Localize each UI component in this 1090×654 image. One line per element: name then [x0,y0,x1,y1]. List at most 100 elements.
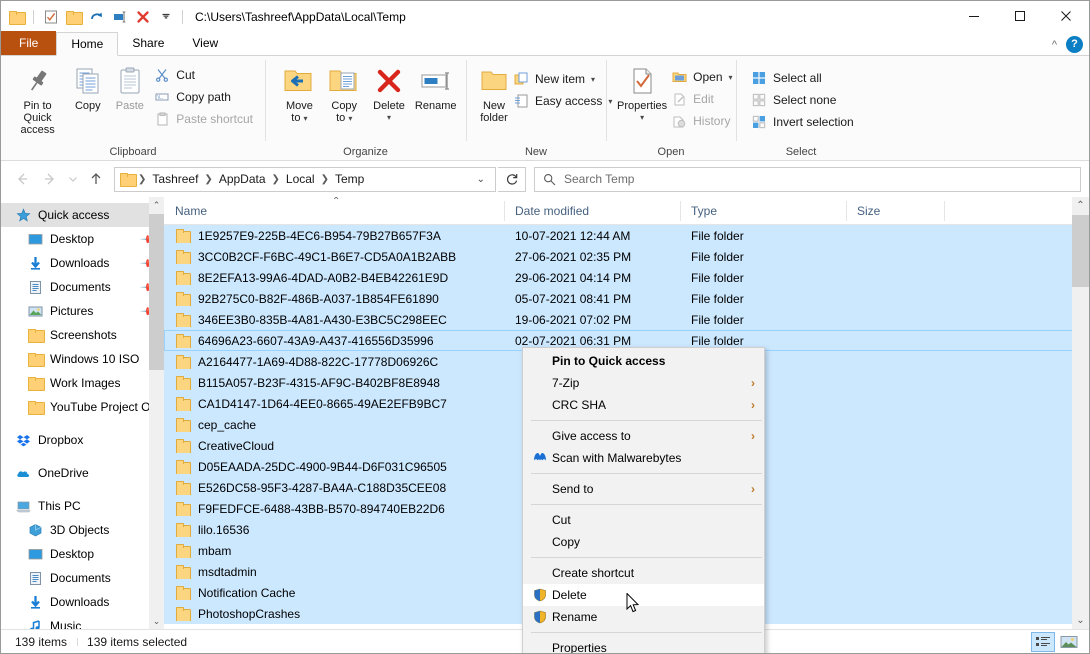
sidebar-scroll-up-icon[interactable]: ⌃ [149,197,164,213]
delete-icon[interactable] [134,8,151,25]
breadcrumb-item-1[interactable]: AppData [215,170,270,188]
breadcrumb-item-3[interactable]: Temp [331,170,368,188]
paste-button[interactable]: Paste [108,62,151,115]
minimize-button[interactable] [951,1,997,31]
blank-icon [531,565,549,581]
column-header-date-modified[interactable]: Date modified [504,197,680,225]
sidebar-item-desktop[interactable]: Desktop 📌 [1,227,164,251]
properties-icon[interactable] [42,8,59,25]
breadcrumb-item-2[interactable]: Local [282,170,319,188]
properties-button[interactable]: Properties ▾ [616,62,668,127]
context-menu-item-delete[interactable]: Delete [523,584,764,606]
scroll-down-icon[interactable]: ⌄ [1072,612,1089,629]
easy-access-button[interactable]: Easy access ▾ [510,90,618,112]
select-none-button[interactable]: Select none [748,89,860,111]
copy-to-button[interactable]: Copy to ▾ [322,62,367,128]
context-menu-item-rename[interactable]: Rename [523,606,764,628]
column-header-size[interactable]: Size [846,197,944,225]
open-button[interactable]: Open ▾ [668,66,738,88]
sidebar-item-work-images[interactable]: Work Images [1,371,164,395]
tab-file[interactable]: File [1,31,56,55]
paste-shortcut-button[interactable]: Paste shortcut [151,108,259,130]
sidebar-item-pc-music[interactable]: Music [1,614,164,629]
details-view-button[interactable] [1031,632,1055,652]
sidebar-item-pc-desktop[interactable]: Desktop [1,542,164,566]
table-row[interactable]: 3CC0B2CF-F6BC-49C1-B6E7-CD5A0A1B2ABB 27-… [164,246,1089,267]
sidebar-item-screenshots[interactable]: Screenshots [1,323,164,347]
sidebar-item-documents[interactable]: Documents 📌 [1,275,164,299]
column-header-blank[interactable] [944,197,1089,225]
sidebar-item-quick-access[interactable]: Quick access [1,203,164,227]
sidebar-item-this-pc[interactable]: This PC [1,494,164,518]
search-box[interactable] [534,167,1081,192]
pin-to-quick-access-button[interactable]: Pin to Quick access [8,62,67,139]
context-menu-item-copy[interactable]: Copy [523,531,764,553]
sidebar-label-pc-desktop: Desktop [50,547,156,561]
sidebar-item-pc-downloads[interactable]: Downloads [1,590,164,614]
tab-home[interactable]: Home [56,32,118,56]
context-menu-item-send-to[interactable]: Send to › [523,478,764,500]
sidebar-item-onedrive[interactable]: OneDrive [1,461,164,485]
recent-locations-button[interactable] [65,166,81,192]
collapse-ribbon-icon[interactable]: ^ [1052,39,1057,51]
context-menu-item-properties[interactable]: Properties [523,637,764,654]
history-button[interactable]: History [668,110,738,132]
context-menu-item-create-shortcut[interactable]: Create shortcut [523,562,764,584]
sidebar-item-downloads[interactable]: Downloads 📌 [1,251,164,275]
context-menu-item-7-zip[interactable]: 7-Zip › [523,372,764,394]
table-row[interactable]: 1E9257E9-225B-4EC6-B954-79B27B657F3A 10-… [164,225,1089,246]
cut-button[interactable]: Cut [151,64,259,86]
sidebar-scroll-thumb[interactable] [149,214,164,370]
forward-button[interactable] [37,166,63,192]
address-box[interactable]: ❯ Tashreef ❯ AppData ❯ Local ❯ Temp ⌄ [114,167,496,192]
undo-icon[interactable] [88,8,105,25]
scroll-up-icon[interactable]: ⌃ [1072,197,1089,214]
edit-button[interactable]: Edit [668,88,738,110]
breadcrumb-item-0[interactable]: Tashreef [148,170,202,188]
move-to-button[interactable]: Move to ▾ [277,62,322,128]
search-input[interactable] [564,172,1072,186]
context-menu-item-scan-with-malwarebytes[interactable]: Scan with Malwarebytes [523,447,764,469]
sidebar-scrollbar[interactable]: ⌃ ⌄ [149,197,164,629]
new-folder-icon[interactable] [65,8,82,25]
column-header-type[interactable]: Type [680,197,846,225]
file-list-scrollbar[interactable]: ⌃ ⌄ [1072,197,1089,629]
tab-view[interactable]: View [178,31,232,55]
sidebar-item-pc-documents[interactable]: Documents [1,566,164,590]
new-item-button[interactable]: New item ▾ [510,68,618,90]
copy-button[interactable]: Copy [67,62,108,115]
context-menu-item-crc-sha[interactable]: CRC SHA › [523,394,764,416]
table-row[interactable]: 8E2EFA13-99A6-4DAD-A0B2-B4EB42261E9D 29-… [164,267,1089,288]
sidebar-item-windows-10-iso[interactable]: Windows 10 ISO [1,347,164,371]
context-menu-item-pin-to-quick-access[interactable]: Pin to Quick access [523,350,764,372]
copy-path-button[interactable]: \\.. Copy path [151,86,259,108]
sidebar-item-dropbox[interactable]: Dropbox [1,428,164,452]
refresh-button[interactable] [498,167,526,192]
address-dropdown-icon[interactable]: ⌄ [469,174,493,185]
tab-share[interactable]: Share [118,31,178,55]
table-row[interactable]: 346EE3B0-835B-4A81-A430-E3BC5C298EEC 19-… [164,309,1089,330]
up-button[interactable] [83,166,109,192]
new-folder-button[interactable]: New folder [478,62,510,127]
back-button[interactable] [9,166,35,192]
select-all-button[interactable]: Select all [748,67,860,89]
maximize-button[interactable] [997,1,1043,31]
close-button[interactable] [1043,1,1089,31]
context-menu-item-cut[interactable]: Cut [523,509,764,531]
large-icons-view-button[interactable] [1057,632,1081,652]
table-row[interactable]: 92B275C0-B82F-486B-A037-1B854FE61890 05-… [164,288,1089,309]
scroll-thumb[interactable] [1072,215,1089,287]
blank-icon [531,534,549,550]
rename-button[interactable]: Rename [411,62,460,115]
rename-icon[interactable] [111,8,128,25]
context-menu-item-give-access-to[interactable]: Give access to › [523,425,764,447]
sidebar-item-3d-objects[interactable]: 3D Objects [1,518,164,542]
help-button[interactable]: ? [1066,36,1083,53]
sidebar-item-youtube-project-out[interactable]: YouTube Project Ou [1,395,164,419]
delete-button[interactable]: Delete ▾ [367,62,412,127]
explorer-folder-icon[interactable] [8,8,25,25]
invert-selection-button[interactable]: Invert selection [748,111,860,133]
customize-dropdown-icon[interactable] [157,8,174,25]
sidebar-item-pictures[interactable]: Pictures 📌 [1,299,164,323]
sidebar-scroll-down-icon[interactable]: ⌄ [149,613,164,629]
